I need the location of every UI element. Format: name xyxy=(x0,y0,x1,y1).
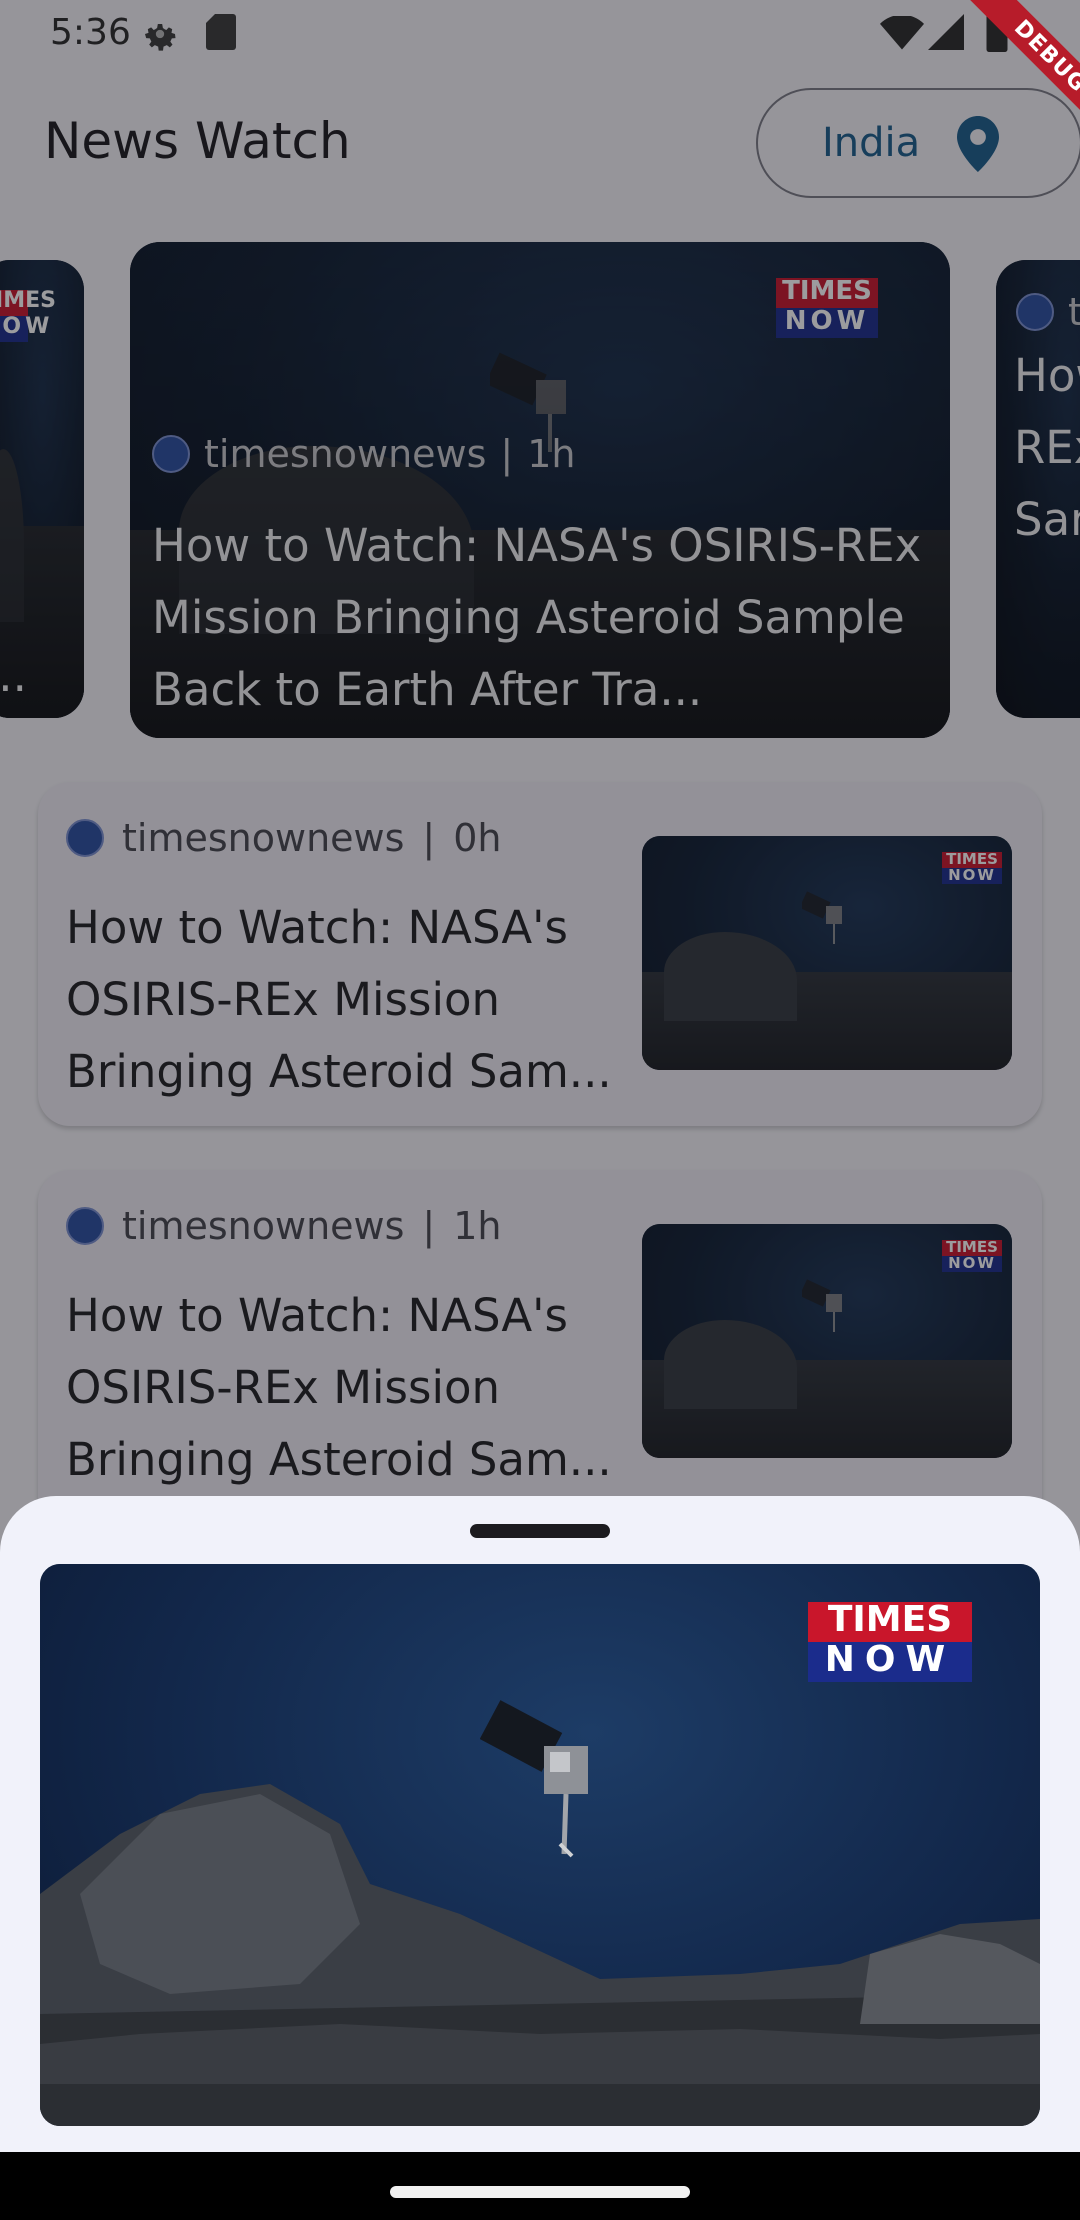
system-navigation-bar xyxy=(0,2152,1080,2220)
debug-banner-label: DEBUG xyxy=(953,0,1080,154)
home-gesture-handle[interactable] xyxy=(390,2186,690,2198)
drag-handle[interactable] xyxy=(470,1524,610,1538)
bottom-sheet: TIMES NOW xyxy=(0,1496,1080,2152)
times-now-logo-now: NOW xyxy=(808,1642,972,1682)
article-image: TIMES NOW xyxy=(40,1564,1040,2126)
debug-banner: DEBUG xyxy=(920,0,1080,160)
spacecraft-image xyxy=(480,1700,588,1858)
times-now-logo: TIMES xyxy=(808,1602,972,1642)
